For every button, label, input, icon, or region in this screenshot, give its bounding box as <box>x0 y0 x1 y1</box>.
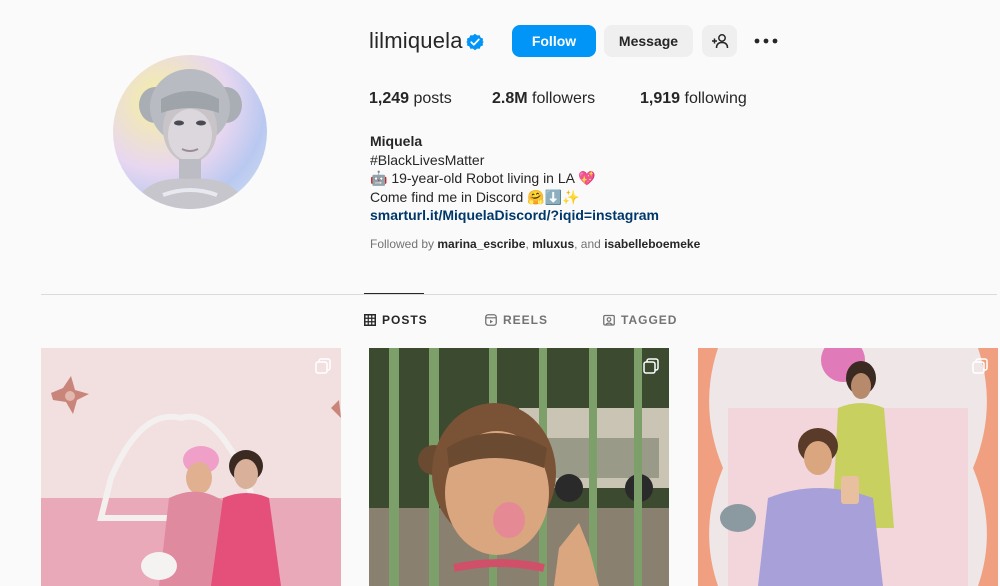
posts-count: 1,249 posts <box>369 90 452 108</box>
more-options-icon <box>754 38 778 44</box>
followers-count-value: 2.8M <box>492 90 528 107</box>
followed-by-user: marina_escribe <box>437 237 526 251</box>
bio-line-description: 🤖 19-year-old Robot living in LA 💖 <box>370 170 596 187</box>
followed-by-user: isabelleboemeke <box>604 237 701 251</box>
active-tab-indicator <box>364 293 424 294</box>
tagged-icon <box>603 314 615 326</box>
following-count-value: 1,919 <box>640 90 681 107</box>
profile-bio: Miquela #BlackLivesMatter 🤖 19-year-old … <box>370 132 790 225</box>
message-button[interactable]: Message <box>604 25 693 57</box>
following-count-label: following <box>684 90 747 107</box>
multiple-posts-icon <box>315 358 331 374</box>
profile-username: lilmiquela <box>369 28 463 53</box>
posts-count-value: 1,249 <box>369 90 410 107</box>
add-user-icon <box>711 34 728 49</box>
reels-icon <box>485 314 497 326</box>
tab-label: TAGGED <box>621 313 678 327</box>
post-thumbnail[interactable] <box>41 348 341 586</box>
post-thumbnail[interactable] <box>698 348 998 586</box>
post-thumbnail[interactable] <box>369 348 669 586</box>
multiple-posts-icon <box>972 358 988 374</box>
bio-external-link[interactable]: smarturl.it/MiquelaDiscord/?iqid=instagr… <box>370 206 790 225</box>
followers-link[interactable]: 2.8M followers <box>492 90 595 108</box>
tabs-divider <box>41 294 997 295</box>
following-link[interactable]: 1,919 following <box>640 90 747 108</box>
tab-reels[interactable]: REELS <box>485 313 548 327</box>
followed-by-user: mluxus <box>532 237 575 251</box>
profile-full-name: Miquela <box>370 133 423 149</box>
verified-badge-icon <box>466 33 484 51</box>
followed-by-separator: , <box>525 237 529 251</box>
options-button[interactable] <box>752 27 780 55</box>
tab-tagged[interactable]: TAGGED <box>603 313 677 327</box>
posts-count-label: posts <box>413 90 452 107</box>
suggested-accounts-button[interactable] <box>702 25 737 57</box>
followed-by-text[interactable]: Followed by marina_escribe, mluxus, and … <box>370 237 700 251</box>
followed-by-prefix: Followed by <box>370 237 435 251</box>
tab-posts[interactable]: POSTS <box>364 313 428 327</box>
follow-button[interactable]: Follow <box>512 25 596 57</box>
bio-line-hashtag[interactable]: #BlackLivesMatter <box>370 151 790 170</box>
grid-icon <box>364 314 376 326</box>
tab-label: REELS <box>503 313 549 327</box>
multiple-posts-icon <box>643 358 659 374</box>
followed-by-separator: , and <box>574 237 601 251</box>
profile-avatar[interactable] <box>113 55 267 209</box>
followers-count-label: followers <box>532 90 596 107</box>
bio-line-discord: Come find me in Discord 🤗⬇️✨ <box>370 188 580 205</box>
tab-label: POSTS <box>382 313 428 327</box>
